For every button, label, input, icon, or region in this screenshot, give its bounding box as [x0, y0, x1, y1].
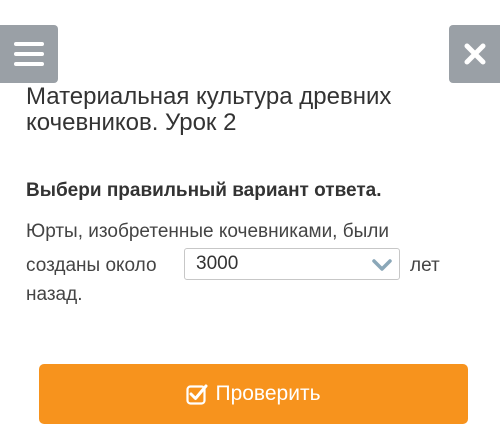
selected-answer: 3000 [196, 253, 239, 274]
lesson-title: Материальная культура древних кочевников… [26, 83, 392, 136]
question-text-line1: Юрты, изобретенные кочевниками, были [26, 221, 389, 242]
question-text-before-select: созданы около [26, 255, 157, 276]
checkbox-check-icon [186, 383, 208, 405]
question-text-after-select: лет [410, 255, 440, 276]
close-button[interactable] [449, 25, 500, 83]
task-instruction: Выбери правильный вариант ответа. [26, 180, 382, 201]
answer-dropdown[interactable]: 3000 [184, 248, 400, 280]
chevron-down-icon [372, 259, 392, 271]
question-text-line3: назад. [26, 284, 83, 305]
check-answer-button[interactable]: Проверить [39, 364, 468, 424]
check-button-label: Проверить [215, 382, 321, 405]
close-icon [464, 43, 485, 65]
menu-button[interactable] [0, 25, 58, 83]
hamburger-icon [14, 42, 44, 66]
